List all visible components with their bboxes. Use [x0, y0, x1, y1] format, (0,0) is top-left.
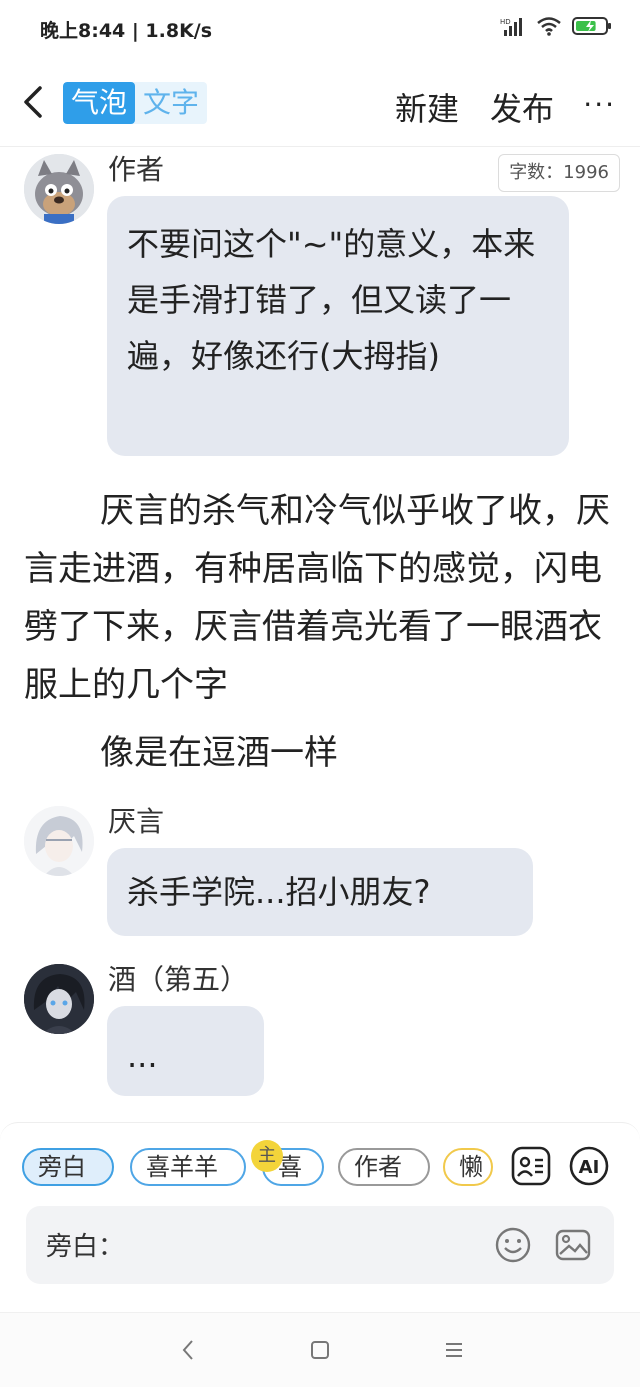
yanyan-avatar[interactable]: [24, 806, 94, 876]
message-input-box: 旁白：: [26, 1206, 614, 1284]
dark-anime-avatar-icon: [24, 964, 94, 1034]
anime-character-avatar-icon: [24, 806, 94, 876]
chip-lan[interactable]: 懒: [443, 1148, 493, 1186]
image-icon[interactable]: [554, 1226, 592, 1264]
message-text: ...: [127, 1037, 158, 1075]
more-options-icon[interactable]: ···: [583, 88, 616, 121]
signal-icon: HD: [500, 18, 522, 36]
mode-toggle[interactable]: 气泡 文字: [63, 82, 208, 124]
speaker-name-yanyan: 厌言: [108, 805, 165, 838]
status-bar: 晚上8:44 | 1.8K/s HD: [0, 0, 640, 56]
back-arrow-icon[interactable]: [18, 82, 48, 122]
nav-home-icon[interactable]: [305, 1335, 335, 1365]
svg-text:HD: HD: [500, 18, 511, 26]
message-text: 不要问这个"~"的意义，本来是手滑打错了，但又读了一遍，好像还行(大拇指): [127, 225, 536, 375]
battery-icon: [572, 17, 611, 35]
emoji-icon[interactable]: [494, 1226, 532, 1264]
wifi-icon: [537, 17, 561, 36]
host-badge: 主: [251, 1140, 283, 1172]
message-text: 杀手学院...招小朋友?: [127, 873, 431, 911]
message-bubble-jiu[interactable]: ...: [107, 1006, 264, 1096]
editor-header: 气泡 文字 新建 发布 ···: [0, 68, 640, 144]
nav-back-icon[interactable]: [174, 1335, 204, 1365]
nav-menu-icon[interactable]: [439, 1335, 469, 1365]
jiu-avatar[interactable]: [24, 964, 94, 1034]
status-icons: HD: [500, 16, 612, 36]
speaker-name-author: 作者: [108, 153, 165, 186]
narration-paragraph[interactable]: 像是在逗酒一样: [24, 724, 614, 782]
status-time: 晚上8:44 | 1.8K/s: [40, 20, 213, 42]
system-nav-bar: [0, 1312, 640, 1387]
message-bubble-yanyan[interactable]: 杀手学院...招小朋友?: [107, 848, 533, 936]
publish-button[interactable]: 发布: [490, 84, 554, 130]
header-divider: [0, 146, 640, 147]
chip-xiyangyang[interactable]: 喜羊羊: [130, 1148, 246, 1186]
word-count-badge: 字数：1996: [498, 154, 620, 192]
author-avatar[interactable]: [24, 154, 94, 224]
input-speaker-label: 旁白：: [46, 1232, 125, 1262]
contact-card-icon[interactable]: [510, 1145, 552, 1187]
chip-narrator[interactable]: 旁白: [22, 1148, 114, 1186]
ai-label: AI: [579, 1157, 600, 1178]
new-button[interactable]: 新建: [395, 84, 459, 130]
speaker-name-jiu: 酒（第五）: [108, 963, 249, 996]
message-bubble-author[interactable]: 不要问这个"~"的意义，本来是手滑打错了，但又读了一遍，好像还行(大拇指): [107, 196, 569, 456]
mode-text-tab[interactable]: 文字: [135, 82, 207, 124]
grey-wolf-avatar-icon: [24, 154, 94, 224]
chip-author[interactable]: 作者: [338, 1148, 430, 1186]
mode-bubble-tab[interactable]: 气泡: [63, 82, 136, 124]
ai-assistant-icon[interactable]: AI: [568, 1145, 610, 1187]
narration-paragraph[interactable]: 厌言的杀气和冷气似乎收了收，厌言走进酒，有种居高临下的感觉，闪电劈了下来，厌言借…: [24, 482, 614, 714]
message-input[interactable]: [132, 1220, 482, 1270]
